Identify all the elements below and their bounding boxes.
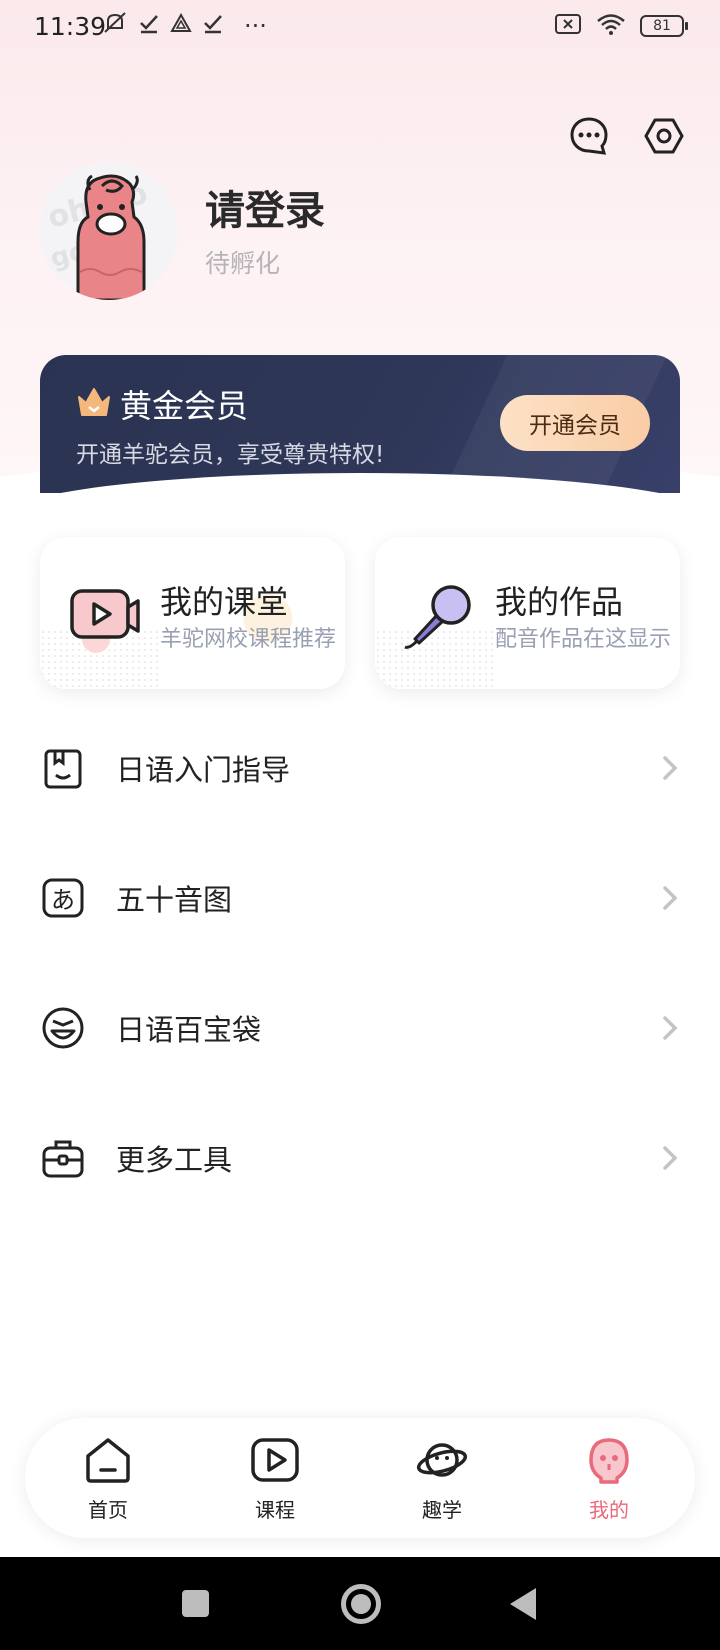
menu-label: 五十音图 xyxy=(116,883,233,917)
wifi-icon xyxy=(596,12,626,40)
settings-icon[interactable] xyxy=(644,116,684,156)
status-right: 81 xyxy=(554,12,688,40)
sim-off-icon xyxy=(554,13,582,39)
nav-label: 我的 xyxy=(589,1498,629,1522)
planet-icon xyxy=(416,1443,468,1477)
nav-label: 首页 xyxy=(88,1498,128,1522)
download-check-icon xyxy=(138,12,160,40)
menu-label: 日语入门指导 xyxy=(116,753,291,787)
avatar[interactable]: ohayo gozai xyxy=(40,162,178,300)
more-notifications: ··· xyxy=(244,12,267,40)
nav-label: 课程 xyxy=(255,1498,295,1522)
bottom-navigation: 首页 课程 趣学 我的 xyxy=(25,1418,695,1538)
login-title[interactable]: 请登录 xyxy=(205,178,325,236)
chevron-right-icon xyxy=(660,1014,680,1042)
bell-muted-icon xyxy=(102,10,128,42)
nav-home[interactable]: 首页 xyxy=(58,1434,158,1526)
home-icon xyxy=(86,1438,130,1483)
menu-label: 日语百宝袋 xyxy=(116,1013,262,1047)
menu-item-treasure-bag[interactable]: 日语百宝袋 xyxy=(40,988,680,1068)
menu-item-fifty-sounds[interactable]: あ 五十音图 xyxy=(40,858,680,938)
book-icon xyxy=(40,745,86,791)
svg-text:あ: あ xyxy=(51,886,75,914)
face-bag-icon xyxy=(40,1005,86,1051)
vip-title: 黄金会员 xyxy=(120,387,249,425)
status-time: 11:39 xyxy=(34,12,107,41)
feature-subtitle: 配音作品在这显示 xyxy=(495,627,672,652)
microphone-icon xyxy=(401,577,479,655)
my-works-card[interactable]: 我的作品 配音作品在这显示 xyxy=(375,537,680,689)
menu-label: 更多工具 xyxy=(116,1143,233,1177)
play-icon xyxy=(251,1438,299,1482)
drive-icon xyxy=(170,12,192,40)
feature-title: 我的课堂 xyxy=(160,583,289,621)
video-camera-icon xyxy=(66,577,144,655)
feature-subtitle: 羊驼网校课程推荐 xyxy=(160,627,337,652)
menu-item-more-tools[interactable]: 更多工具 xyxy=(40,1118,680,1198)
notification-icons: ··· xyxy=(102,10,267,42)
mascot-icon xyxy=(589,1438,629,1484)
toolbox-icon xyxy=(40,1135,86,1181)
chevron-right-icon xyxy=(660,884,680,912)
back-button[interactable] xyxy=(510,1588,536,1620)
nav-mine[interactable]: 我的 xyxy=(559,1434,659,1526)
recent-apps-button[interactable] xyxy=(182,1590,209,1617)
hiragana-icon: あ xyxy=(40,875,86,921)
chevron-right-icon xyxy=(660,754,680,782)
system-navigation-bar xyxy=(0,1557,720,1650)
menu-item-japanese-intro[interactable]: 日语入门指导 xyxy=(40,728,680,808)
crown-icon xyxy=(76,385,112,419)
nav-label: 趣学 xyxy=(422,1498,462,1522)
battery-indicator: 81 xyxy=(640,15,688,37)
home-button[interactable] xyxy=(341,1584,381,1624)
vip-description: 开通羊驼会员，享受尊贵特权! xyxy=(76,442,385,468)
download-check-icon xyxy=(202,12,224,40)
status-bar: 11:39 ··· 81 xyxy=(0,0,720,54)
vip-card[interactable]: 黄金会员 开通羊驼会员，享受尊贵特权! 开通会员 xyxy=(40,355,680,493)
chevron-right-icon xyxy=(660,1144,680,1172)
open-vip-button[interactable]: 开通会员 xyxy=(500,395,650,451)
feature-title: 我的作品 xyxy=(495,583,624,621)
nav-courses[interactable]: 课程 xyxy=(225,1434,325,1526)
my-classroom-card[interactable]: ● 我的课堂 羊驼网校课程推荐 xyxy=(40,537,345,689)
status-subtitle: 待孵化 xyxy=(205,249,281,278)
message-icon[interactable] xyxy=(569,116,609,156)
nav-fun-learning[interactable]: 趣学 xyxy=(392,1434,492,1526)
